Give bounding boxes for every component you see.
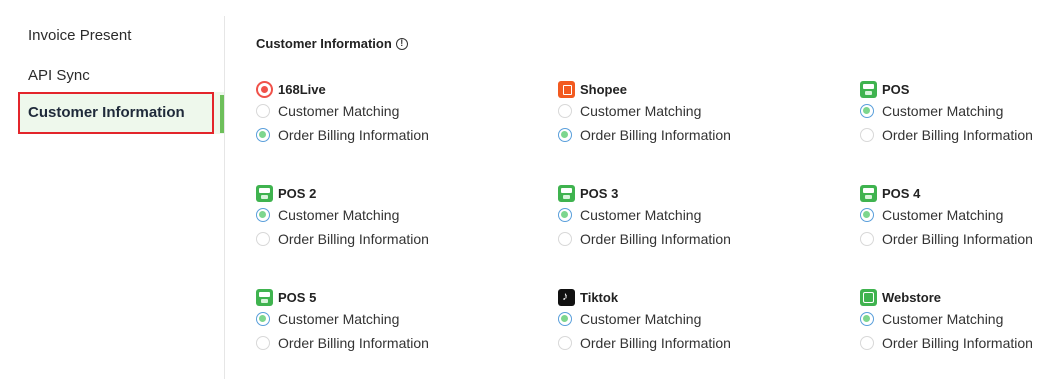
channel-card: 168Live Customer Matching Order Billing In… xyxy=(256,80,456,146)
radio-option-order-billing-information[interactable]: Order Billing Information xyxy=(256,332,456,354)
sidebar-item-api-sync[interactable]: API Sync xyxy=(28,66,90,86)
radio-button[interactable] xyxy=(860,208,874,222)
radio-button[interactable] xyxy=(256,312,270,326)
channel-header: POS 5 xyxy=(256,288,456,306)
radio-button[interactable] xyxy=(256,232,270,246)
channel-name: POS xyxy=(882,81,910,97)
radio-button[interactable] xyxy=(558,208,572,222)
channel-header: POS 2 xyxy=(256,184,456,202)
channel-card: POS 5 Customer Matching Order Billing Info… xyxy=(256,288,456,354)
radio-label: Customer Matching xyxy=(882,103,1004,119)
channel-card: Tiktok Customer Matching Order Billing Inf… xyxy=(558,288,758,354)
radio-label: Order Billing Information xyxy=(882,335,1033,351)
radio-option-customer-matching[interactable]: Customer Matching xyxy=(558,204,758,226)
radio-label: Customer Matching xyxy=(882,311,1004,327)
channel-card: Shopee Customer Matching Order Billing Inf… xyxy=(558,80,758,146)
channel-name: POS 3 xyxy=(580,185,619,201)
channel-name: 168Live xyxy=(278,81,326,97)
pos-logo-icon xyxy=(558,184,575,202)
radio-label: Customer Matching xyxy=(580,207,702,223)
channel-header: Webstore xyxy=(860,288,1056,306)
radio-option-order-billing-information[interactable]: Order Billing Information xyxy=(558,124,758,146)
settings-page: Invoice Present API Sync Customer Inform… xyxy=(0,0,1056,379)
radio-option-customer-matching[interactable]: Customer Matching xyxy=(256,100,456,122)
radio-button[interactable] xyxy=(860,336,874,350)
pos-logo-icon xyxy=(256,288,273,306)
radio-label: Order Billing Information xyxy=(580,231,731,247)
radio-option-customer-matching[interactable]: Customer Matching xyxy=(860,308,1056,330)
channel-name: POS 2 xyxy=(278,185,317,201)
radio-button[interactable] xyxy=(558,104,572,118)
webstore-logo-icon xyxy=(860,288,877,306)
radio-option-order-billing-information[interactable]: Order Billing Information xyxy=(860,332,1056,354)
channel-header: POS xyxy=(860,80,1056,98)
radio-label: Customer Matching xyxy=(278,311,400,327)
sidebar-item-customer-information[interactable]: Customer Information xyxy=(18,92,214,134)
radio-label: Customer Matching xyxy=(882,207,1004,223)
channel-card: POS Customer Matching Order Billing Inform… xyxy=(860,80,1056,146)
pos-logo-icon xyxy=(256,184,273,202)
channel-header: POS 3 xyxy=(558,184,758,202)
radio-button[interactable] xyxy=(558,232,572,246)
radio-label: Customer Matching xyxy=(580,103,702,119)
radio-option-customer-matching[interactable]: Customer Matching xyxy=(860,204,1056,226)
168live-logo-icon xyxy=(256,80,273,98)
radio-button[interactable] xyxy=(558,336,572,350)
radio-button[interactable] xyxy=(256,336,270,350)
channel-header: POS 4 xyxy=(860,184,1056,202)
radio-label: Customer Matching xyxy=(580,311,702,327)
channel-card: POS 2 Customer Matching Order Billing Info… xyxy=(256,184,456,250)
radio-label: Order Billing Information xyxy=(278,335,429,351)
radio-label: Order Billing Information xyxy=(580,127,731,143)
radio-option-order-billing-information[interactable]: Order Billing Information xyxy=(860,124,1056,146)
channel-name: Shopee xyxy=(580,81,627,97)
radio-label: Order Billing Information xyxy=(882,127,1033,143)
channel-card: POS 4 Customer Matching Order Billing Info… xyxy=(860,184,1056,250)
sidebar-item-invoice-present[interactable]: Invoice Present xyxy=(28,26,131,46)
radio-label: Order Billing Information xyxy=(580,335,731,351)
radio-button[interactable] xyxy=(558,312,572,326)
section-title: Customer Information ! xyxy=(256,36,408,51)
tiktok-logo-icon xyxy=(558,288,575,306)
radio-option-order-billing-information[interactable]: Order Billing Information xyxy=(256,124,456,146)
radio-option-customer-matching[interactable]: Customer Matching xyxy=(558,308,758,330)
radio-button[interactable] xyxy=(860,312,874,326)
pos-logo-icon xyxy=(860,80,877,98)
radio-option-order-billing-information[interactable]: Order Billing Information xyxy=(558,228,758,250)
radio-button[interactable] xyxy=(860,232,874,246)
radio-option-customer-matching[interactable]: Customer Matching xyxy=(860,100,1056,122)
channel-name: POS 4 xyxy=(882,185,921,201)
radio-button[interactable] xyxy=(256,104,270,118)
radio-button[interactable] xyxy=(256,128,270,142)
sidebar: Invoice Present API Sync Customer Inform… xyxy=(0,0,226,379)
radio-option-customer-matching[interactable]: Customer Matching xyxy=(256,308,456,330)
channel-card: POS 3 Customer Matching Order Billing Info… xyxy=(558,184,758,250)
channel-header: Shopee xyxy=(558,80,758,98)
section-title-text: Customer Information xyxy=(256,36,392,51)
shopee-logo-icon xyxy=(558,80,575,98)
radio-label: Customer Matching xyxy=(278,207,400,223)
channel-name: Tiktok xyxy=(580,289,619,305)
channel-name: POS 5 xyxy=(278,289,317,305)
radio-option-order-billing-information[interactable]: Order Billing Information xyxy=(860,228,1056,250)
radio-option-customer-matching[interactable]: Customer Matching xyxy=(256,204,456,226)
channel-name: Webstore xyxy=(882,289,941,305)
radio-label: Order Billing Information xyxy=(882,231,1033,247)
radio-option-order-billing-information[interactable]: Order Billing Information xyxy=(256,228,456,250)
radio-label: Order Billing Information xyxy=(278,231,429,247)
radio-button[interactable] xyxy=(860,128,874,142)
radio-button[interactable] xyxy=(558,128,572,142)
radio-button[interactable] xyxy=(256,208,270,222)
radio-option-customer-matching[interactable]: Customer Matching xyxy=(558,100,758,122)
radio-label: Customer Matching xyxy=(278,103,400,119)
channel-header: Tiktok xyxy=(558,288,758,306)
sidebar-divider xyxy=(224,16,225,379)
radio-option-order-billing-information[interactable]: Order Billing Information xyxy=(558,332,758,354)
channel-card: Webstore Customer Matching Order Billing I… xyxy=(860,288,1056,354)
radio-label: Order Billing Information xyxy=(278,127,429,143)
info-icon[interactable]: ! xyxy=(395,37,408,50)
channel-header: 168Live xyxy=(256,80,456,98)
radio-button[interactable] xyxy=(860,104,874,118)
pos-logo-icon xyxy=(860,184,877,202)
